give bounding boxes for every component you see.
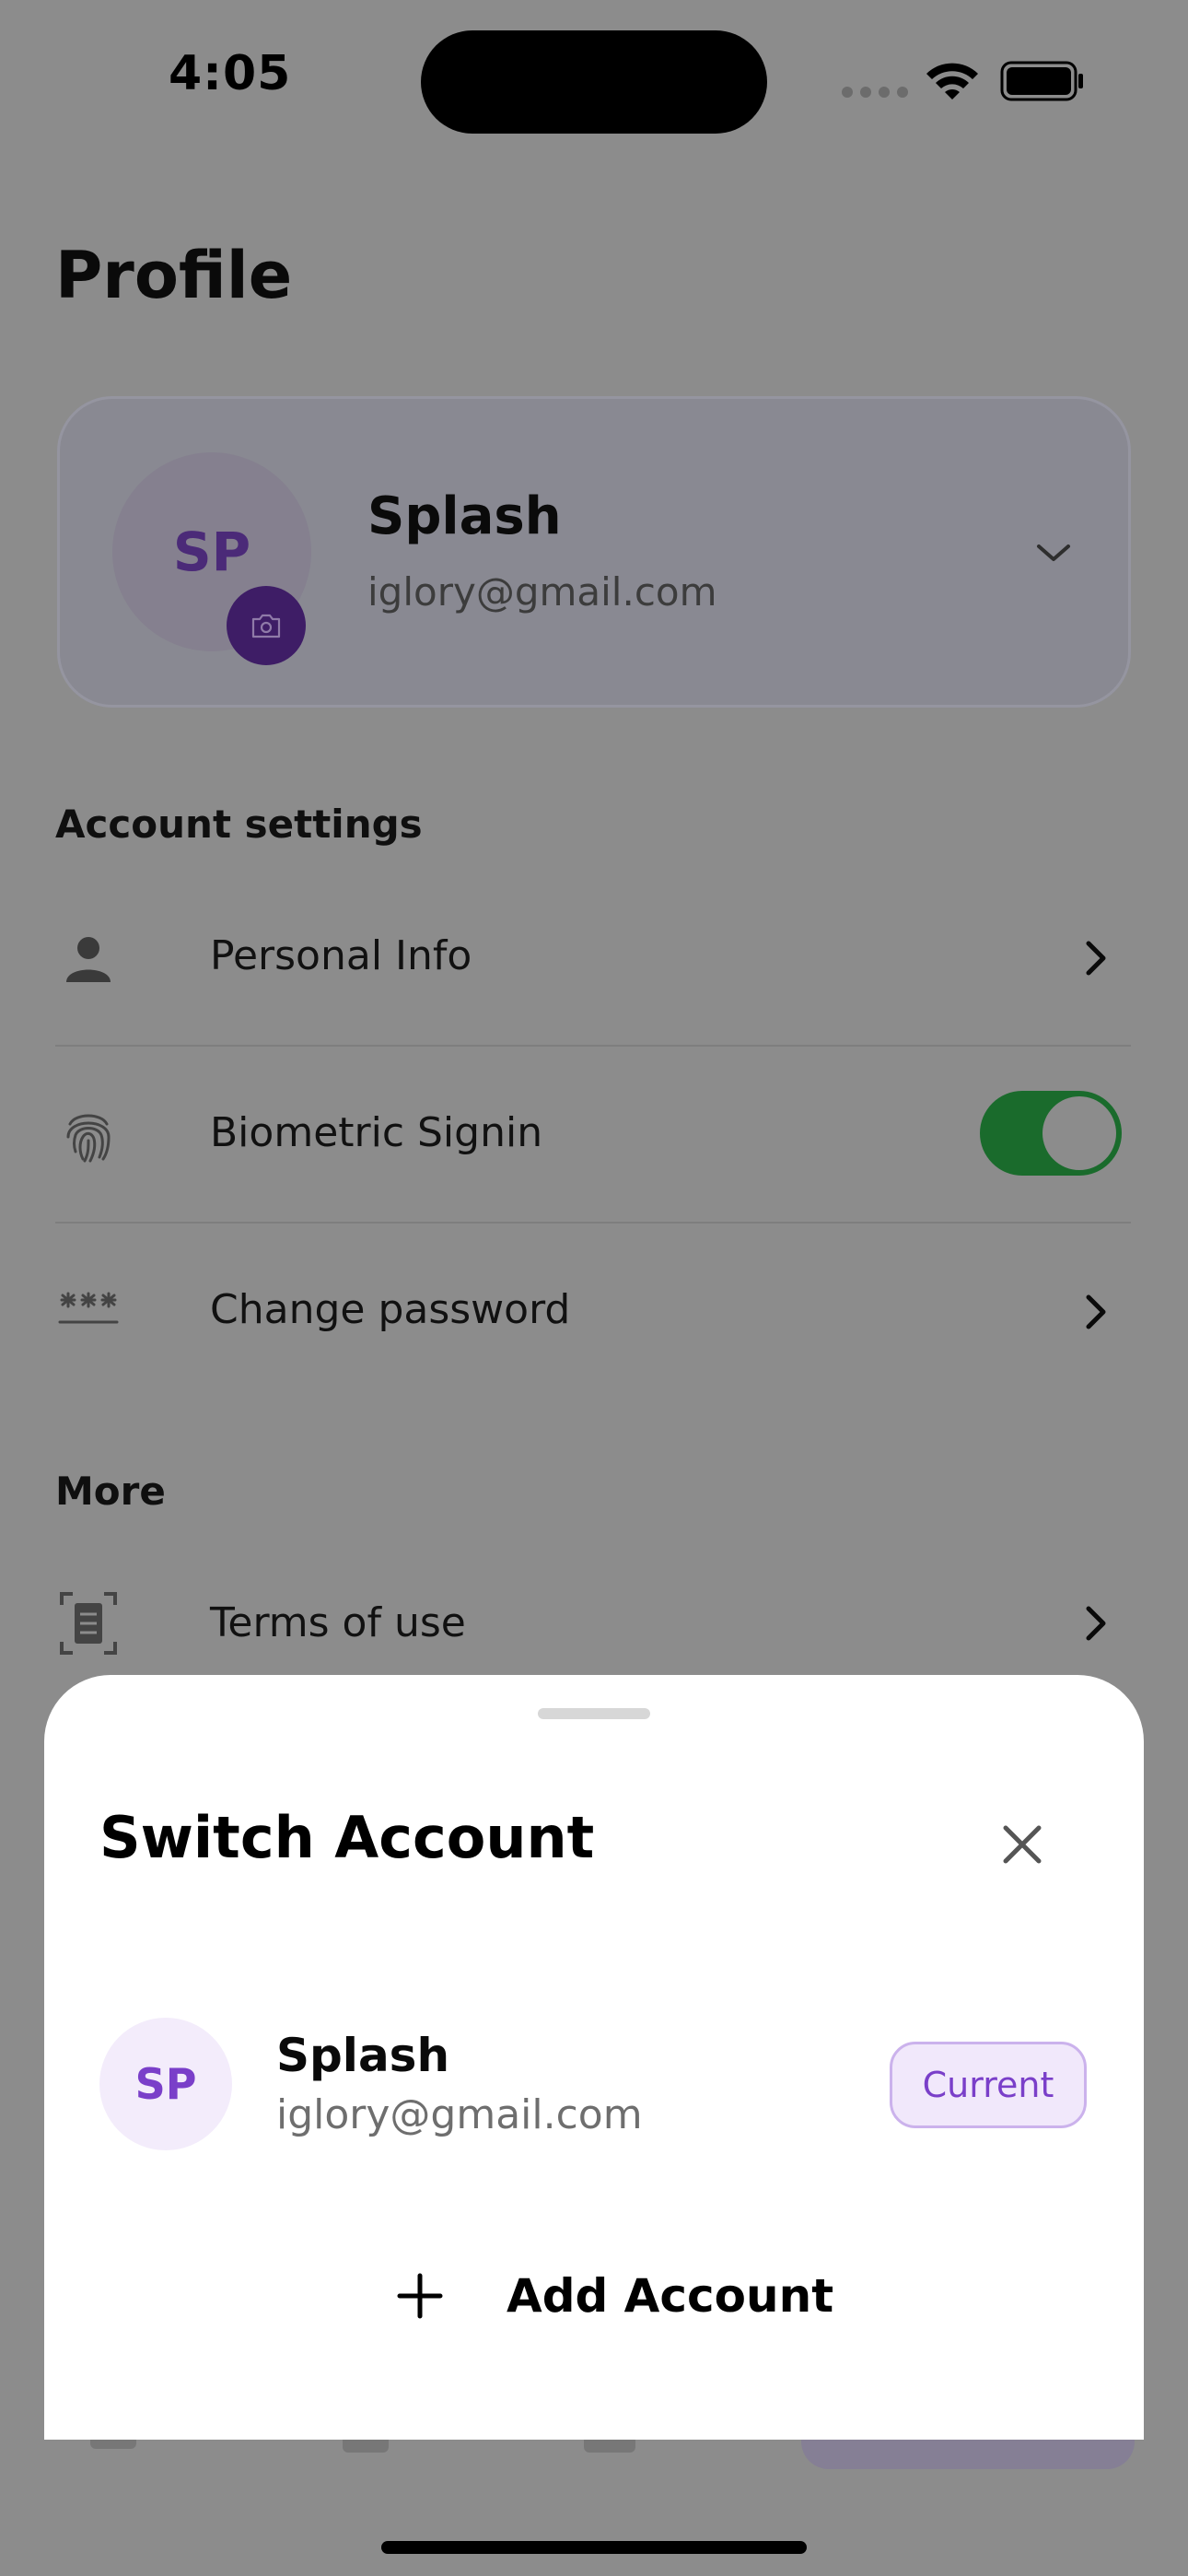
password-icon [52, 1273, 125, 1347]
account-email: iglory@gmail.com [276, 2091, 643, 2138]
account-name: Splash [276, 2029, 450, 2082]
close-icon [1003, 1825, 1042, 1864]
tab-bar-peek [90, 2440, 136, 2449]
account-avatar: SP [99, 2018, 232, 2150]
change-photo-button[interactable] [227, 586, 306, 665]
wifi-icon [926, 63, 978, 100]
page-title: Profile [55, 238, 293, 313]
chevron-right-icon [1086, 1606, 1106, 1641]
divider [55, 1222, 1131, 1224]
document-icon [52, 1587, 125, 1660]
current-badge: Current [890, 2042, 1087, 2128]
chevron-down-icon[interactable] [1031, 539, 1076, 568]
fingerprint-icon [52, 1098, 125, 1172]
sheet-title: Switch Account [99, 1804, 595, 1871]
chevron-right-icon [1086, 941, 1106, 976]
sheet-grabber[interactable] [538, 1708, 650, 1719]
add-account-label: Add Account [507, 2269, 834, 2323]
person-icon [52, 921, 125, 995]
chevron-right-icon [1086, 1294, 1106, 1329]
section-heading-account-settings: Account settings [55, 802, 423, 847]
toggle-knob [1042, 1096, 1116, 1170]
divider [55, 1045, 1131, 1047]
plus-icon [397, 2273, 443, 2319]
tab-bar-peek [584, 2440, 635, 2453]
dynamic-island [421, 30, 767, 134]
add-account-button[interactable]: Add Account [394, 2259, 833, 2333]
status-time: 4:05 [169, 46, 292, 101]
biometric-signin-label: Biometric Signin [210, 1109, 543, 1156]
cellular-icon [842, 87, 908, 98]
personal-info-label: Personal Info [210, 932, 472, 979]
terms-of-use-label: Terms of use [210, 1599, 466, 1646]
profile-name: Splash [367, 486, 562, 546]
section-heading-more: More [55, 1469, 166, 1514]
battery-icon [1000, 61, 1083, 101]
tab-profile-active [801, 2440, 1135, 2469]
change-password-label: Change password [210, 1286, 571, 1333]
biometric-toggle[interactable] [980, 1091, 1122, 1176]
tab-bar-peek [343, 2440, 389, 2453]
close-button[interactable] [984, 1806, 1061, 1883]
home-indicator [381, 2541, 807, 2554]
camera-icon [251, 614, 281, 638]
profile-email: iglory@gmail.com [367, 569, 717, 615]
